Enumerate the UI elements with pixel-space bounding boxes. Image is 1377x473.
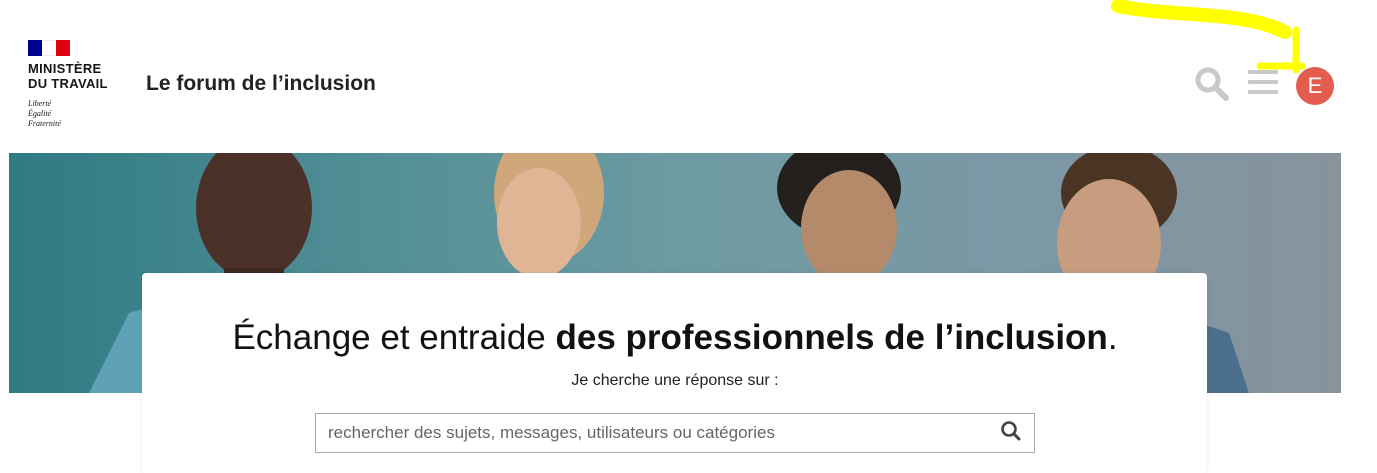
ministry-name-line2: DU TRAVAIL [28,76,108,91]
republique-flag-logo [28,40,70,56]
hamburger-menu-button[interactable] [1248,70,1278,98]
hamburger-menu-icon [1248,70,1278,74]
forum-search-input[interactable] [317,415,988,451]
headline-period: . [1107,318,1118,357]
hero-subtitle: Je cherche une réponse sur : [571,372,779,389]
search-icon [1001,421,1021,441]
motto-liberte: Liberté [28,99,52,108]
search-submit-button[interactable] [998,418,1024,444]
header-search-button[interactable] [1194,66,1230,102]
forum-search-box [315,413,1035,453]
ministry-name-line1: MINISTÈRE [28,61,102,76]
headline-bold: des professionnels de l’inclusion [555,318,1108,357]
site-title-link[interactable]: Le forum de l’inclusion [146,72,376,96]
motto-fraternite: Fraternité [28,119,61,128]
search-icon [1195,67,1229,101]
hero-headline: Échange et entraide des professionnels d… [0,318,1350,358]
ministry-logo-text[interactable]: MINISTÈRE DU TRAVAIL [28,61,108,91]
site-header: MINISTÈRE DU TRAVAIL Liberté Égalité Fra… [0,0,1377,150]
republic-motto: Liberté Égalité Fraternité [28,99,61,129]
headline-regular: Échange et entraide [232,318,556,357]
user-avatar-button[interactable]: E [1296,67,1334,105]
motto-egalite: Égalité [28,109,52,118]
